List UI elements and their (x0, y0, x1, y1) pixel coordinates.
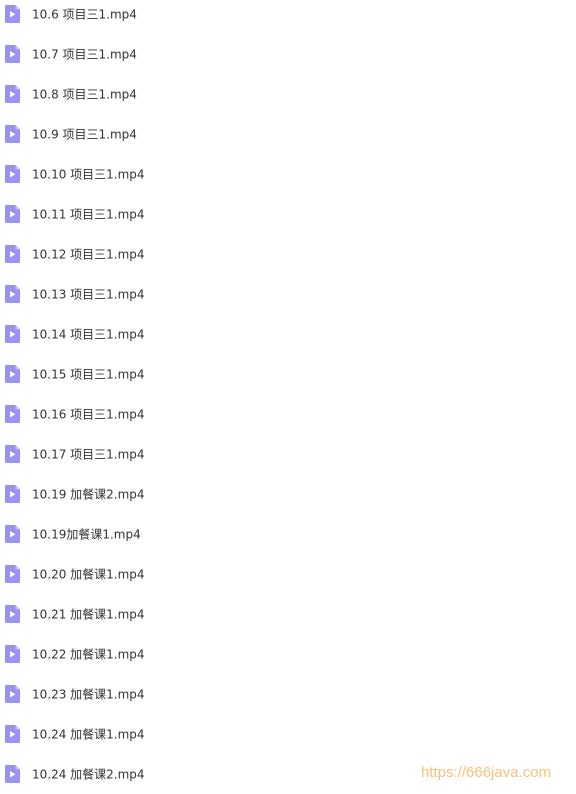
video-file-icon (5, 645, 20, 663)
file-name: 10.19 加餐课2.mp4 (32, 487, 145, 502)
file-row[interactable]: 10.10 项目三1.mp4 (0, 154, 576, 194)
video-file-icon (5, 725, 20, 743)
file-row[interactable]: 10.16 项目三1.mp4 (0, 394, 576, 434)
file-row[interactable]: 10.17 项目三1.mp4 (0, 434, 576, 474)
video-file-icon (5, 605, 20, 623)
video-file-icon (5, 5, 20, 23)
video-file-icon (5, 685, 20, 703)
video-file-icon (5, 205, 20, 223)
file-row[interactable]: 10.12 项目三1.mp4 (0, 234, 576, 274)
watermark-url: https://666java.com (421, 764, 552, 781)
video-file-icon (5, 245, 20, 263)
video-file-icon (5, 165, 20, 183)
file-name: 10.6 项目三1.mp4 (32, 7, 137, 22)
video-file-icon (5, 445, 20, 463)
file-row[interactable]: 10.7 项目三1.mp4 (0, 34, 576, 74)
file-name: 10.24 加餐课1.mp4 (32, 727, 145, 742)
file-name: 10.17 项目三1.mp4 (32, 447, 145, 462)
file-row[interactable]: 10.8 项目三1.mp4 (0, 74, 576, 114)
file-row[interactable]: 10.24 加餐课1.mp4 (0, 714, 576, 754)
video-file-icon (5, 125, 20, 143)
file-row[interactable]: 10.22 加餐课1.mp4 (0, 634, 576, 674)
video-file-icon (5, 45, 20, 63)
file-row[interactable]: 10.20 加餐课1.mp4 (0, 554, 576, 594)
file-name: 10.23 加餐课1.mp4 (32, 687, 145, 702)
video-file-icon (5, 485, 20, 503)
file-row[interactable]: 10.23 加餐课1.mp4 (0, 674, 576, 714)
video-file-icon (5, 325, 20, 343)
video-file-icon (5, 565, 20, 583)
file-name: 10.10 项目三1.mp4 (32, 167, 145, 182)
file-name: 10.13 项目三1.mp4 (32, 287, 145, 302)
video-file-icon (5, 285, 20, 303)
video-file-icon (5, 765, 20, 783)
file-name: 10.24 加餐课2.mp4 (32, 767, 145, 782)
file-row[interactable]: 10.14 项目三1.mp4 (0, 314, 576, 354)
file-name: 10.21 加餐课1.mp4 (32, 607, 145, 622)
file-row[interactable]: 10.9 项目三1.mp4 (0, 114, 576, 154)
file-row[interactable]: 10.21 加餐课1.mp4 (0, 594, 576, 634)
file-name: 10.8 项目三1.mp4 (32, 87, 137, 102)
file-row[interactable]: 10.15 项目三1.mp4 (0, 354, 576, 394)
file-name: 10.14 项目三1.mp4 (32, 327, 145, 342)
video-file-icon (5, 85, 20, 103)
file-row[interactable]: 10.19加餐课1.mp4 (0, 514, 576, 554)
file-name: 10.19加餐课1.mp4 (32, 527, 141, 542)
file-name: 10.12 项目三1.mp4 (32, 247, 145, 262)
file-name: 10.15 项目三1.mp4 (32, 367, 145, 382)
file-name: 10.11 项目三1.mp4 (32, 207, 145, 222)
video-file-icon (5, 365, 20, 383)
file-name: 10.7 项目三1.mp4 (32, 47, 137, 62)
video-file-icon (5, 405, 20, 423)
file-name: 10.22 加餐课1.mp4 (32, 647, 145, 662)
file-list: 10.6 项目三1.mp4 10.7 项目三1.mp4 10.8 项目三1.mp… (0, 0, 576, 794)
file-name: 10.16 项目三1.mp4 (32, 407, 145, 422)
file-row[interactable]: 10.6 项目三1.mp4 (0, 0, 576, 34)
file-name: 10.9 项目三1.mp4 (32, 127, 137, 142)
file-name: 10.20 加餐课1.mp4 (32, 567, 145, 582)
file-row[interactable]: 10.13 项目三1.mp4 (0, 274, 576, 314)
video-file-icon (5, 525, 20, 543)
file-row[interactable]: 10.11 项目三1.mp4 (0, 194, 576, 234)
file-row[interactable]: 10.19 加餐课2.mp4 (0, 474, 576, 514)
